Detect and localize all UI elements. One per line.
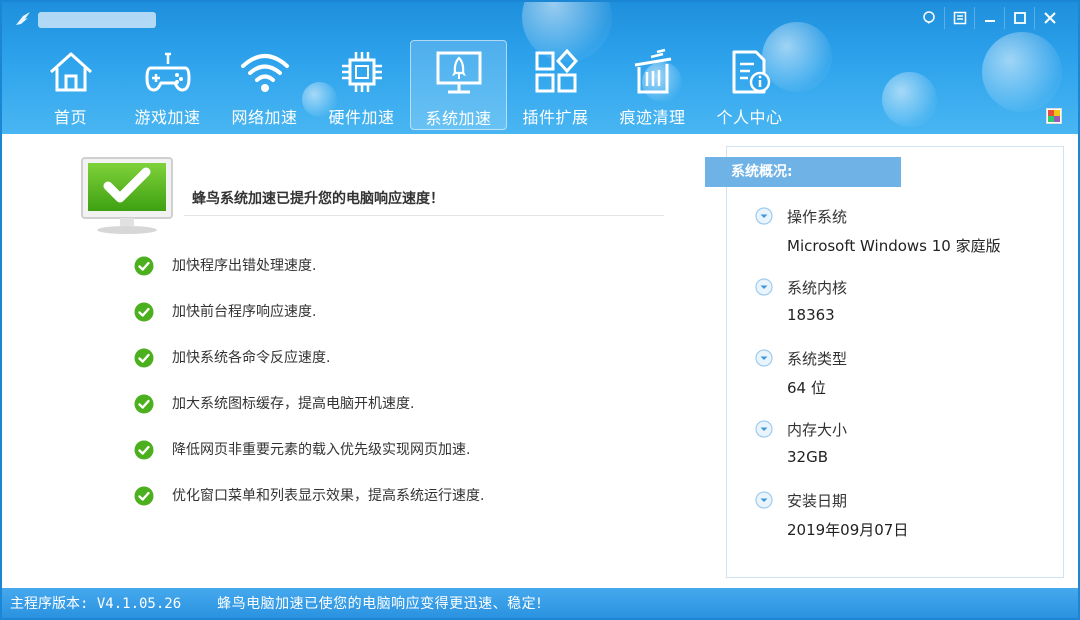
main-content: 蜂鸟系统加速已提升您的电脑响应速度！ 加快程序出错处理速度. 加快前台程序响应速… — [2, 134, 1078, 588]
maximize-button[interactable] — [1004, 7, 1034, 29]
nav-item-trace-cleanup[interactable]: 痕迹清理 — [604, 40, 701, 130]
nav-label: 个人中心 — [716, 108, 783, 127]
list-item: 内存大小 32GB — [755, 418, 1055, 489]
check-circle-icon — [134, 440, 154, 460]
status-bar: 主程序版本: V4.1.05.26 蜂鸟电脑加速已使您的电脑响应变得更迅速、稳定… — [2, 588, 1078, 618]
header: 首页 游戏加速 网络加速 硬件加速 系统加速 插件扩展 痕迹清理 个人中心 — [2, 2, 1078, 134]
wifi-icon — [240, 54, 289, 92]
divider — [184, 215, 664, 216]
feedback-button[interactable] — [914, 7, 944, 29]
list-item: 安装日期 2019年09月07日 — [755, 489, 1055, 560]
list-item: 优化窗口菜单和列表显示效果，提高系统运行速度. — [134, 486, 694, 532]
system-info-value: 32GB — [787, 448, 829, 466]
page-headline: 蜂鸟系统加速已提升您的电脑响应速度！ — [192, 191, 444, 207]
chevron-down-circle-icon[interactable] — [755, 207, 773, 225]
system-info-label: 内存大小 — [787, 420, 848, 439]
check-circle-icon — [134, 394, 154, 414]
list-item: 系统内核 18363 — [755, 276, 1055, 347]
check-circle-icon — [134, 256, 154, 276]
feature-text: 加快系统各命令反应速度. — [172, 350, 331, 366]
nav-label: 硬件加速 — [328, 108, 395, 127]
system-info-value: 2019年09月07日 — [787, 521, 909, 539]
system-info-label: 安装日期 — [787, 491, 848, 510]
system-info-label: 操作系统 — [787, 207, 848, 226]
feedback-icon — [923, 11, 935, 24]
menu-icon — [953, 11, 966, 25]
system-info-list: 操作系统 Microsoft Windows 10 家庭版 系统内核 18363… — [755, 205, 1055, 560]
chevron-down-circle-icon[interactable] — [755, 349, 773, 367]
chevron-down-circle-icon[interactable] — [755, 278, 773, 296]
feature-text: 加快程序出错处理速度. — [172, 258, 317, 274]
close-button[interactable] — [1034, 7, 1064, 29]
nav-label: 网络加速 — [231, 108, 298, 127]
feature-text: 加大系统图标缓存，提高电脑开机速度. — [172, 396, 415, 412]
nav-item-network-boost[interactable]: 网络加速 — [216, 40, 313, 130]
nav-item-game-boost[interactable]: 游戏加速 — [119, 40, 216, 130]
chevron-down-circle-icon[interactable] — [755, 420, 773, 438]
version-text: 主程序版本: V4.1.05.26 — [10, 596, 182, 612]
trash-icon — [634, 48, 671, 94]
nav-item-system-boost[interactable]: 系统加速 — [410, 40, 507, 130]
check-circle-icon — [134, 348, 154, 368]
monitor-check-icon — [81, 157, 173, 234]
feature-text: 降低网页非重要元素的载入优先级实现网页加速. — [172, 442, 471, 458]
system-overview-panel: 系统概况: 操作系统 Microsoft Windows 10 家庭版 系统内核… — [705, 146, 1064, 578]
system-info-value: Microsoft Windows 10 家庭版 — [787, 237, 1001, 255]
check-circle-icon — [134, 486, 154, 506]
minimize-button[interactable] — [974, 7, 1004, 29]
rocket-monitor-icon — [436, 51, 481, 94]
list-item: 加快前台程序响应速度. — [134, 302, 694, 348]
title-bar[interactable] — [2, 2, 1078, 34]
chevron-down-circle-icon[interactable] — [755, 491, 773, 509]
app-title-obscured — [38, 12, 156, 28]
nav-label: 游戏加速 — [134, 108, 201, 127]
feature-text: 加快前台程序响应速度. — [172, 304, 317, 320]
nav-label: 首页 — [53, 108, 87, 127]
close-icon — [1043, 12, 1056, 24]
nav-item-hardware-boost[interactable]: 硬件加速 — [313, 40, 410, 130]
plugin-icon — [535, 48, 578, 93]
system-info-value: 18363 — [787, 306, 835, 324]
list-item: 加快系统各命令反应速度. — [134, 348, 694, 394]
gamepad-icon — [145, 52, 190, 92]
nav-item-home[interactable]: 首页 — [22, 40, 119, 130]
nav-label: 插件扩展 — [522, 108, 589, 127]
skin-palette-icon[interactable] — [1046, 108, 1062, 124]
system-info-label: 系统类型 — [787, 349, 848, 368]
system-overview-title: 系统概况: — [705, 157, 901, 187]
status-message: 蜂鸟电脑加速已使您的电脑响应变得更迅速、稳定! — [217, 596, 543, 612]
hummingbird-logo-icon — [16, 12, 30, 25]
profile-document-icon — [732, 50, 770, 94]
main-nav: 首页 游戏加速 网络加速 硬件加速 系统加速 插件扩展 痕迹清理 个人中心 — [22, 40, 798, 132]
feature-list: 加快程序出错处理速度. 加快前台程序响应速度. 加快系统各命令反应速度. 加大系… — [134, 256, 694, 532]
home-icon — [49, 52, 92, 92]
list-item: 操作系统 Microsoft Windows 10 家庭版 — [755, 205, 1055, 276]
list-item: 降低网页非重要元素的载入优先级实现网页加速. — [134, 440, 694, 486]
minimize-icon — [984, 20, 995, 22]
system-info-label: 系统内核 — [787, 278, 848, 297]
menu-button[interactable] — [944, 7, 974, 29]
list-item: 系统类型 64 位 — [755, 347, 1055, 418]
nav-label: 痕迹清理 — [619, 108, 686, 127]
nav-label: 系统加速 — [425, 109, 492, 128]
nav-item-plugin-extension[interactable]: 插件扩展 — [507, 40, 604, 130]
feature-text: 优化窗口菜单和列表显示效果，提高系统运行速度. — [172, 488, 485, 504]
app-window: 首页 游戏加速 网络加速 硬件加速 系统加速 插件扩展 痕迹清理 个人中心 蜂鸟… — [0, 0, 1080, 620]
list-item: 加大系统图标缓存，提高电脑开机速度. — [134, 394, 694, 440]
check-circle-icon — [134, 302, 154, 322]
nav-item-personal-center[interactable]: 个人中心 — [701, 40, 798, 130]
chip-icon — [341, 52, 382, 92]
list-item: 加快程序出错处理速度. — [134, 256, 694, 302]
window-controls — [914, 7, 1064, 29]
maximize-icon — [1013, 12, 1026, 24]
system-info-value: 64 位 — [787, 379, 826, 397]
